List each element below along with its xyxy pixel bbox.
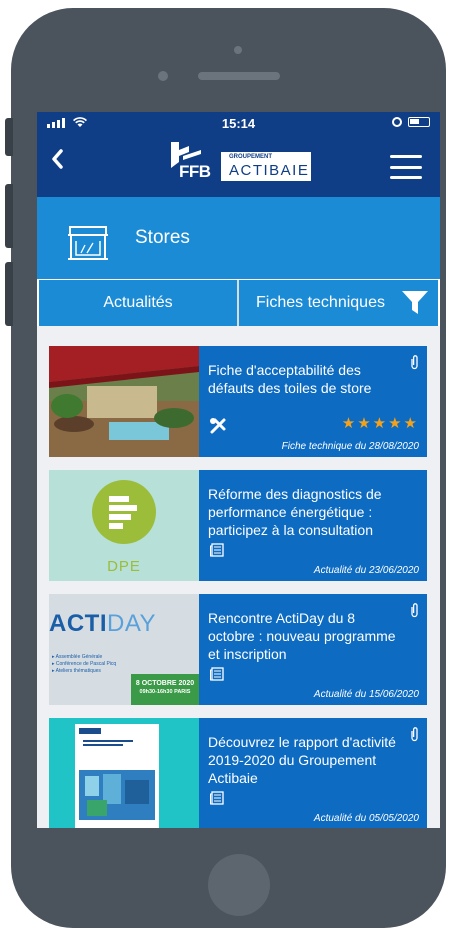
front-camera [158, 71, 168, 81]
list-item-actiday[interactable]: ACTIDAY ▸ Assemblée Générale ▸ Conférenc… [49, 594, 427, 705]
category-header: Stores [37, 197, 440, 279]
newspaper-icon [210, 667, 224, 681]
card-meta: Fiche technique du 28/08/2020 [281, 441, 419, 452]
paperclip-icon [411, 603, 418, 618]
thumbnail-actiday: ACTIDAY ▸ Assemblée Générale ▸ Conférenc… [49, 594, 199, 705]
battery-icon [408, 117, 430, 127]
tab-bar: Actualités Fiches techniques [39, 280, 438, 326]
filter-icon[interactable] [401, 290, 429, 316]
thumbnail-rapport [49, 718, 199, 828]
logo-groupement-text: GROUPEMENT [229, 154, 273, 160]
tab-actualites[interactable]: Actualités [39, 280, 237, 326]
actibaie-logo-box: GROUPEMENT ACTIBAIE [221, 152, 311, 181]
card-meta: Actualité du 23/06/2020 [313, 565, 419, 576]
list-item-toiles-store[interactable]: Fiche d'acceptabilité des défauts des to… [49, 346, 427, 457]
paperclip-icon [411, 727, 418, 742]
paperclip-icon [411, 355, 418, 370]
newspaper-icon [210, 791, 224, 805]
news-list: Fiche d'acceptabilité des défauts des to… [37, 326, 440, 828]
card-title: Réforme des diagnostics de performance é… [208, 486, 382, 538]
app-header: 15:14 FFB GROUPEMENT ACTIBAIE [37, 112, 440, 197]
tab-fiches-label: Fiches techniques [256, 294, 385, 311]
home-button[interactable] [208, 854, 270, 916]
card-title: Découvrez le rapport d'activité 2019-202… [208, 734, 396, 786]
ffb-actibaie-logo: FFB GROUPEMENT ACTIBAIE [159, 140, 319, 184]
battery-area [392, 117, 430, 127]
card-title: Rencontre ActiDay du 8 octobre : nouveau… [208, 610, 396, 662]
proximity-sensor [234, 46, 242, 54]
orientation-lock-icon [392, 117, 402, 127]
awning-icon [68, 226, 108, 260]
tools-icon [210, 418, 226, 434]
thumbnail-time: 09h30-16h30 PARIS [139, 689, 191, 695]
card-meta: Actualité du 05/05/2020 [313, 813, 419, 824]
tab-fiches-techniques[interactable]: Fiches techniques [239, 280, 438, 326]
thumbnail-dpe-label: DPE [107, 558, 141, 575]
thumbnail-line-3: ▸ Ateliers thématiques [52, 668, 101, 674]
logo-actibaie-text: ACTIBAIE [229, 162, 310, 179]
logo-ffb-text: FFB [179, 162, 211, 181]
volume-down-button [5, 262, 13, 326]
menu-icon [390, 155, 422, 158]
thumbnail-line-2: ▸ Conférence de Pascal Picq [52, 661, 117, 667]
back-button[interactable] [51, 146, 63, 174]
thumbnail-dpe: DPE [49, 470, 199, 581]
newspaper-icon [210, 543, 224, 557]
status-time: 15:14 [221, 116, 256, 131]
card-title: Fiche d'acceptabilité des défauts des to… [208, 362, 372, 396]
thumbnail-date: 8 OCTOBRE 2020 [135, 680, 195, 687]
status-bar: 15:14 [37, 112, 440, 134]
volume-up-button [5, 184, 13, 248]
hamburger-menu-button[interactable] [390, 155, 422, 179]
list-item-dpe[interactable]: DPE Réforme des diagnostics de performan… [49, 470, 427, 581]
silent-switch [5, 118, 13, 156]
list-item-rapport-activite[interactable]: Découvrez le rapport d'activité 2019-202… [49, 718, 427, 828]
app-screen: 15:14 FFB GROUPEMENT ACTIBAIE Stores Act… [37, 112, 440, 828]
thumbnail-awning-photo [49, 346, 199, 457]
chevron-left-icon [52, 149, 63, 169]
category-title: Stores [135, 227, 190, 248]
earpiece-speaker [198, 72, 280, 80]
card-meta: Actualité du 15/06/2020 [313, 689, 419, 700]
thumbnail-line-1: ▸ Assemblée Générale [52, 654, 103, 660]
thumbnail-day-text: DAY [107, 610, 157, 637]
star-rating: ★★★★★ [341, 415, 419, 432]
thumbnail-acti-text: ACTI [49, 610, 107, 637]
